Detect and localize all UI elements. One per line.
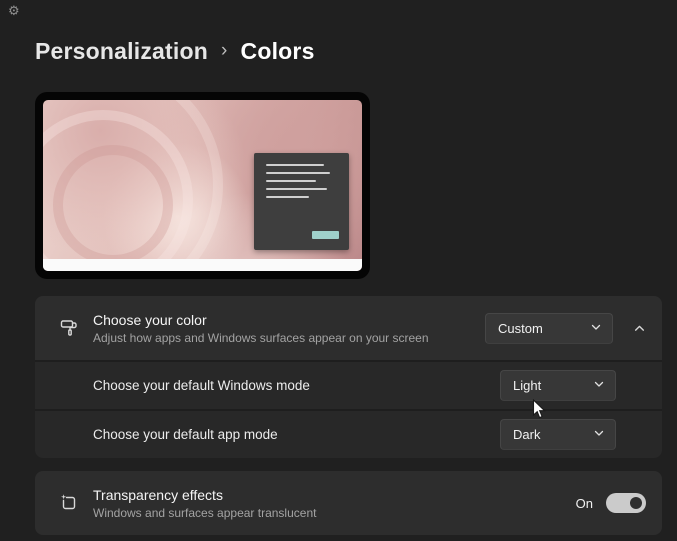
bloom-petal [53,145,173,265]
breadcrumb-personalization[interactable]: Personalization [35,38,208,65]
mini-taskbar-preview [43,259,362,271]
app-mode-value: Dark [513,427,540,442]
windows-mode-row: Choose your default Windows mode Light [35,360,662,409]
mini-text-line [266,196,309,198]
settings-app-icon: ⚙ [8,3,20,19]
transparency-subtitle: Windows and surfaces appear translucent [93,506,316,520]
chevron-down-icon [593,427,605,442]
page-title: Colors [241,38,315,65]
choose-color-row[interactable]: Choose your color Adjust how apps and Wi… [35,296,662,360]
mini-text-line [266,172,330,174]
choose-color-group: Choose your color Adjust how apps and Wi… [35,296,662,458]
choose-color-title: Choose your color [93,312,429,328]
chevron-down-icon [590,321,602,336]
wallpaper-preview [43,100,362,271]
transparency-title: Transparency effects [93,487,316,503]
chevron-down-icon [593,378,605,393]
app-mode-label: Choose your default app mode [93,427,278,442]
color-icon [59,318,79,338]
mini-accent-button [312,231,339,239]
toggle-knob [630,497,642,509]
breadcrumb: Personalization › Colors [35,38,315,65]
transparency-toggle[interactable] [606,493,646,513]
windows-mode-value: Light [513,378,541,393]
color-mode-value: Custom [498,321,543,336]
mini-app-window-preview [254,153,349,250]
app-mode-row: Choose your default app mode Dark [35,409,662,458]
choose-color-texts: Choose your color Adjust how apps and Wi… [93,312,429,345]
transparency-texts: Transparency effects Windows and surface… [93,487,316,520]
transparency-row: Transparency effects Windows and surface… [35,471,662,535]
chevron-up-icon[interactable] [633,322,646,335]
theme-preview-frame [35,92,370,279]
mini-text-line [266,188,327,190]
mini-text-line [266,164,324,166]
app-mode-dropdown[interactable]: Dark [500,419,616,450]
toggle-state-label: On [576,496,593,511]
settings-colors-page: { "icons": { "app_glyph": "⚙" }, "header… [0,0,677,541]
breadcrumb-separator-icon: › [208,40,241,62]
transparency-icon [59,493,79,513]
windows-mode-label: Choose your default Windows mode [93,378,310,393]
color-mode-dropdown[interactable]: Custom [485,313,613,344]
mini-text-line [266,180,316,182]
windows-mode-dropdown[interactable]: Light [500,370,616,401]
choose-color-subtitle: Adjust how apps and Windows surfaces app… [93,331,429,345]
